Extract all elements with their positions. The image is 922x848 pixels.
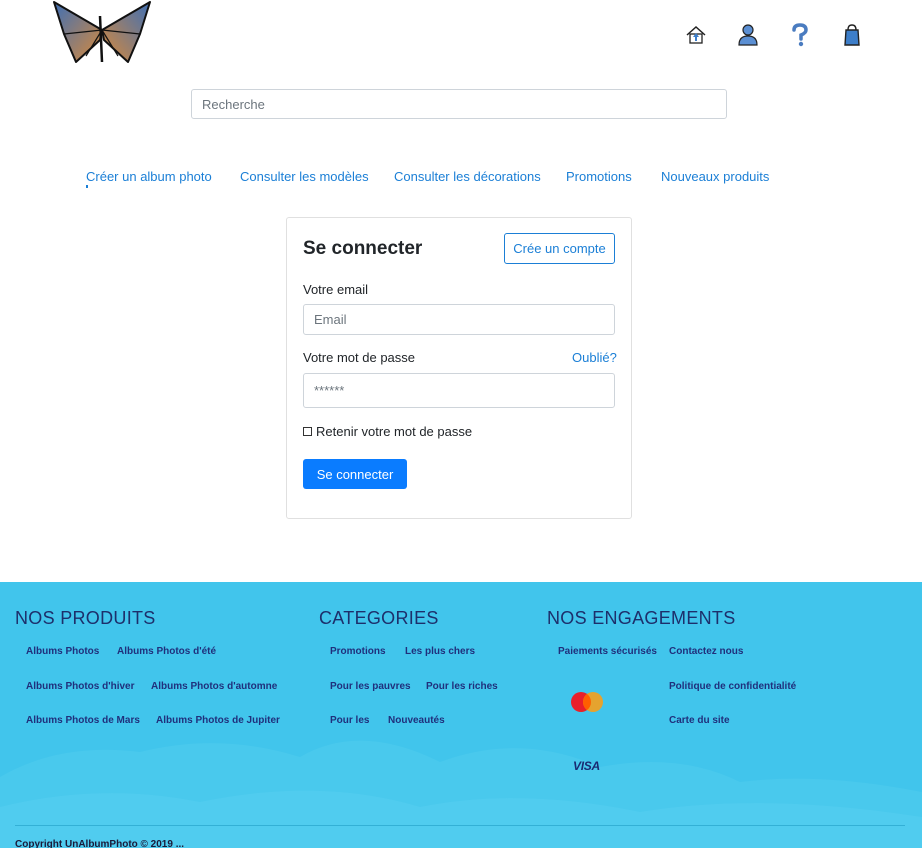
footer-link-autumn[interactable]: Albums Photos d'automne — [151, 681, 277, 692]
nav-create-album[interactable]: Créer un album photo — [86, 169, 212, 188]
footer-link-privacy[interactable]: Politique de confidentialité — [669, 681, 796, 692]
login-submit-button[interactable]: Se connecter — [303, 459, 407, 489]
footer-link-promotions[interactable]: Promotions — [330, 646, 386, 657]
footer-link-winter[interactable]: Albums Photos d'hiver — [26, 681, 135, 692]
footer-link-secure-payments[interactable]: Paiements sécurisés — [558, 646, 657, 657]
mastercard-icon — [571, 692, 603, 712]
footer-link-rich[interactable]: Pour les riches — [426, 681, 498, 692]
footer-link-mars[interactable]: Albums Photos de Mars — [26, 715, 140, 726]
search-input[interactable] — [191, 89, 727, 119]
footer-link-pour-les[interactable]: Pour les — [330, 715, 369, 726]
footer-divider — [15, 825, 905, 826]
password-field[interactable] — [303, 373, 615, 408]
email-field[interactable] — [303, 304, 615, 335]
forgot-password-link[interactable]: Oublié? — [572, 350, 617, 365]
footer-products-title: NOS PRODUITS — [15, 608, 156, 628]
footer-link-summer[interactable]: Albums Photos d'été — [117, 646, 216, 657]
footer: NOS PRODUITS Albums Photos Albums Photos… — [0, 582, 922, 848]
remember-label: Retenir votre mot de passe — [316, 424, 473, 439]
nav-decorations[interactable]: Consulter les décorations — [394, 169, 541, 184]
footer-link-jupiter[interactable]: Albums Photos de Jupiter — [156, 715, 280, 726]
user-icon[interactable] — [735, 22, 761, 48]
help-icon[interactable] — [787, 22, 813, 48]
footer-link-new[interactable]: Nouveautés — [388, 715, 445, 726]
nav-promotions[interactable]: Promotions — [566, 169, 632, 184]
footer-categories-title: CATEGORIES — [319, 608, 439, 628]
home-icon[interactable] — [683, 22, 709, 48]
footer-engagements-title: NOS ENGAGEMENTS — [547, 608, 736, 628]
footer-link-contact[interactable]: Contactez nous — [669, 646, 743, 657]
butterfly-logo[interactable] — [50, 0, 154, 66]
footer-link-albums[interactable]: Albums Photos — [26, 646, 99, 657]
footer-link-expensive[interactable]: Les plus chers — [405, 646, 475, 657]
shopping-bag-icon[interactable] — [839, 22, 865, 48]
remember-row: Retenir votre mot de passe — [303, 424, 472, 439]
visa-icon: VISA — [573, 759, 600, 773]
footer-link-sitemap[interactable]: Carte du site — [669, 715, 730, 726]
password-label: Votre mot de passe — [303, 350, 416, 365]
login-title: Se connecter — [303, 238, 423, 259]
copyright-text: Copyright UnAlbumPhoto © 2019 ... — [15, 839, 185, 848]
nav-models[interactable]: Consulter les modèles — [240, 169, 369, 184]
create-account-button[interactable]: Crée un compte — [504, 233, 615, 264]
footer-link-poor[interactable]: Pour les pauvres — [330, 681, 411, 692]
remember-checkbox[interactable] — [303, 427, 312, 436]
email-label: Votre email — [303, 282, 369, 297]
nav-new-products[interactable]: Nouveaux produits — [661, 169, 769, 184]
